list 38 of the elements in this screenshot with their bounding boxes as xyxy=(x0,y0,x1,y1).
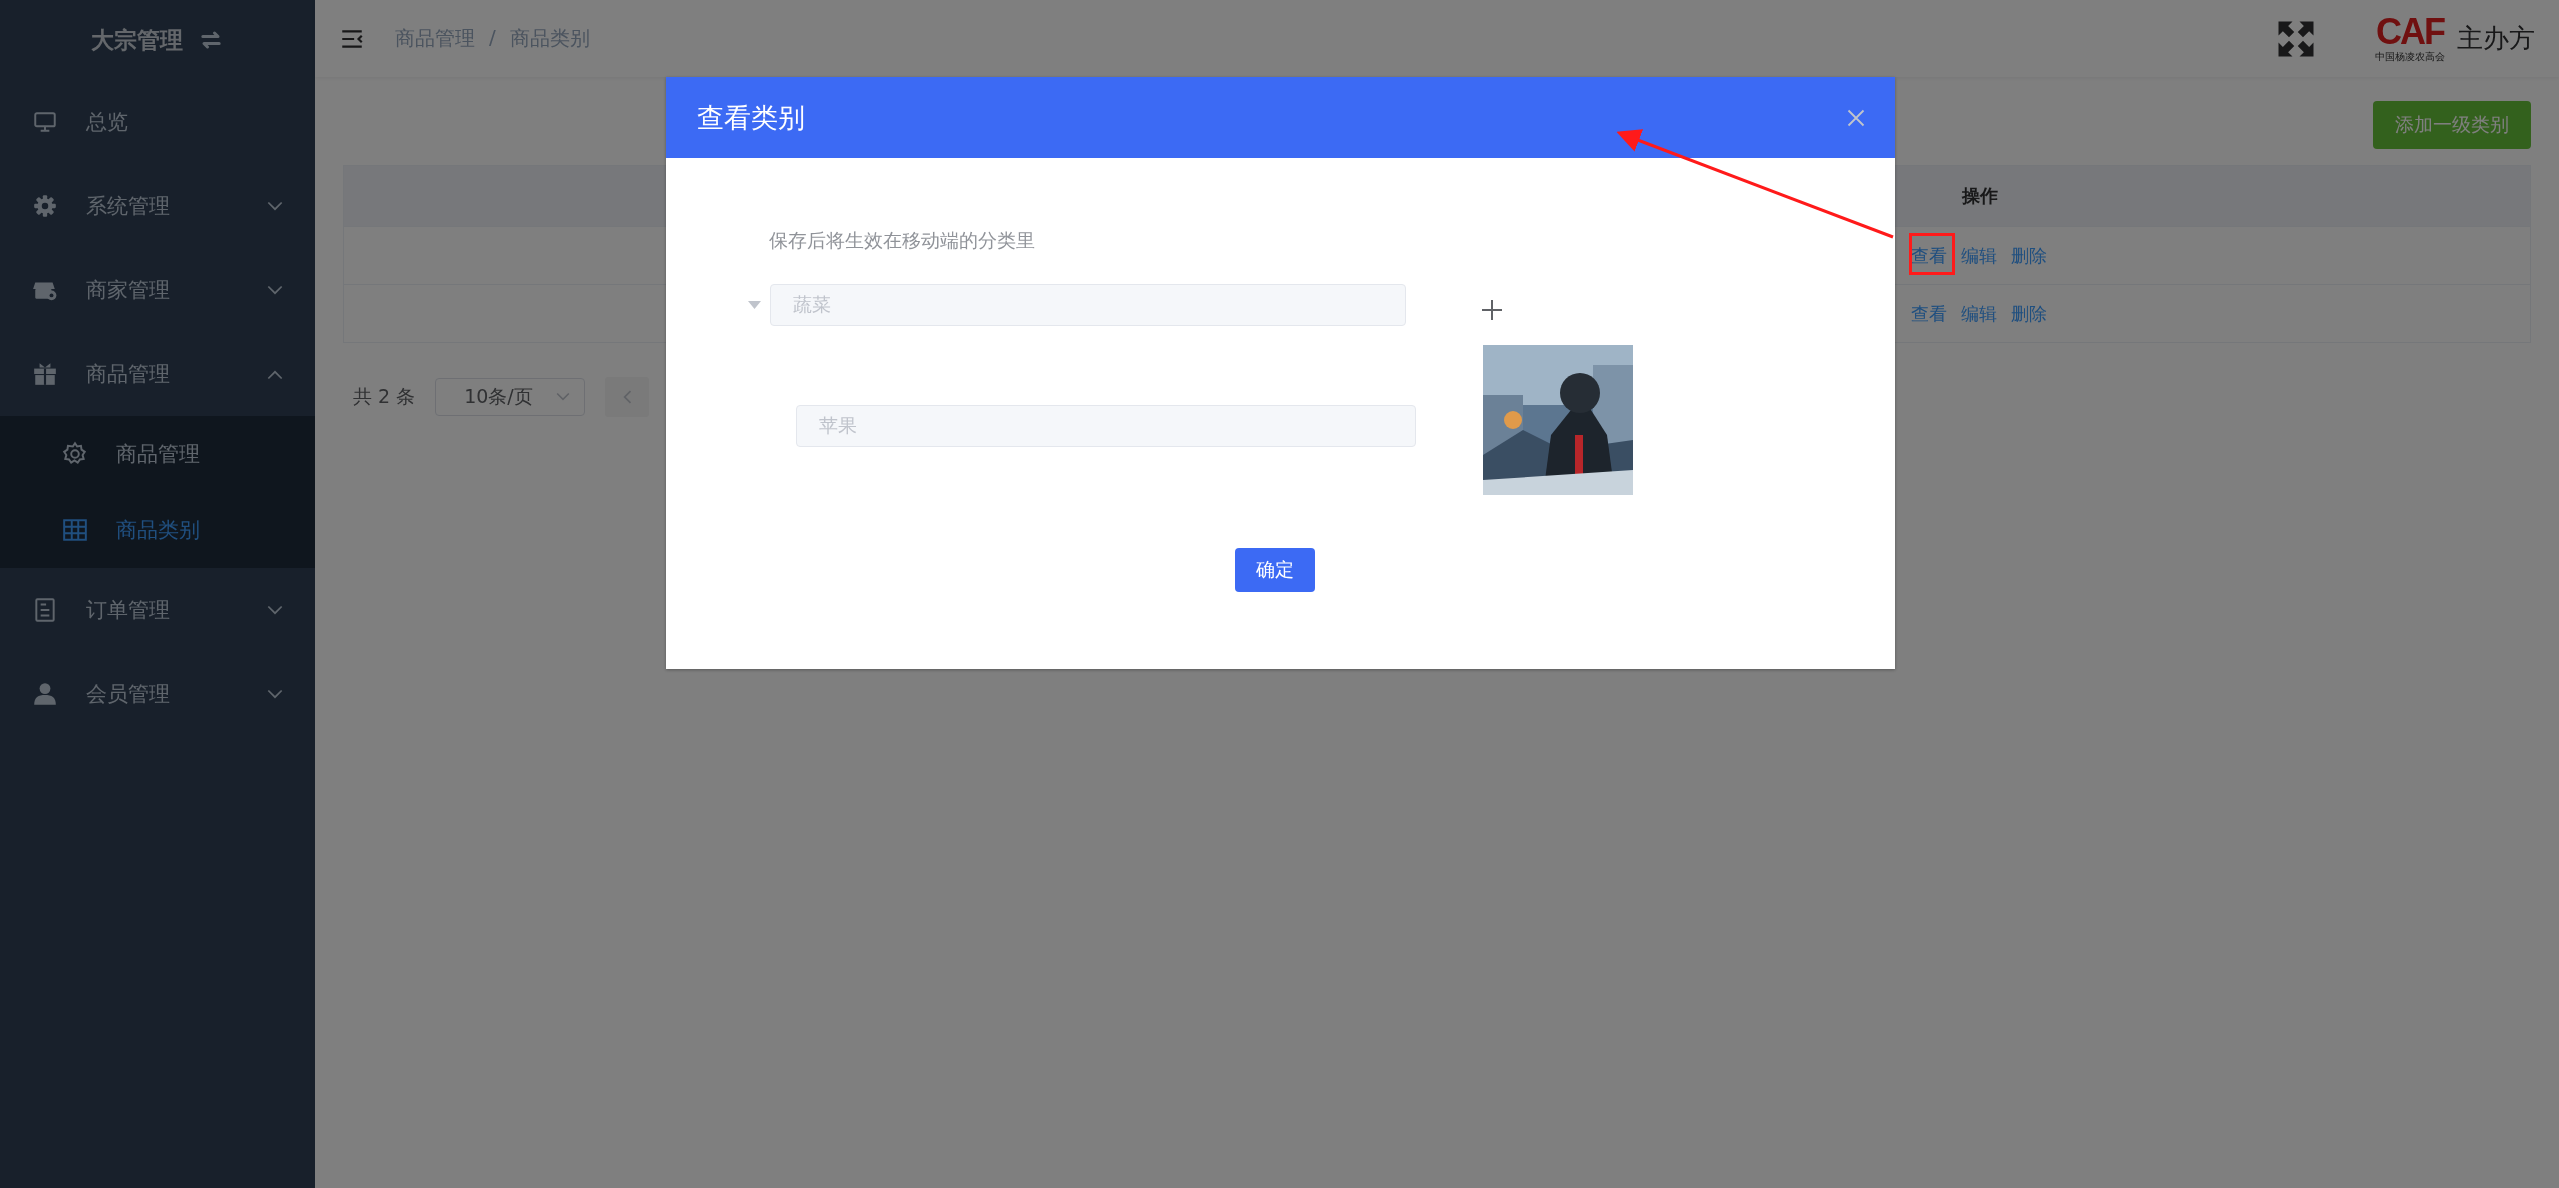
organizer-label: 主办方 xyxy=(2457,22,2535,55)
menu-item[interactable]: 系统管理 xyxy=(0,164,315,248)
menu-item[interactable]: 商家管理 xyxy=(0,248,315,332)
add-category-button[interactable]: 添加一级类别 xyxy=(2373,101,2531,149)
page-size-select[interactable]: 10条/页 xyxy=(435,378,586,416)
chevron-left-icon xyxy=(622,390,633,404)
column-header: 操作 xyxy=(1962,184,1998,208)
grid-icon xyxy=(62,517,88,543)
table-action-link[interactable]: 编辑 xyxy=(1961,301,1997,326)
close-icon[interactable] xyxy=(1847,108,1865,127)
caret-icon[interactable] xyxy=(748,301,761,309)
menu-item[interactable]: 订单管理 xyxy=(0,568,315,652)
gift-icon xyxy=(32,361,58,387)
gear-icon xyxy=(32,193,58,219)
menu-item[interactable]: 商品管理 xyxy=(0,332,315,416)
highlight-box xyxy=(1909,233,1955,275)
user-icon xyxy=(32,681,58,707)
table-action-link[interactable]: 删除 xyxy=(2011,301,2047,326)
gear-icon xyxy=(62,441,88,467)
submenu-item[interactable]: 商品类别 xyxy=(0,492,315,568)
confirm-button[interactable]: 确定 xyxy=(1234,548,1315,592)
logo: CAF 中国杨凌农高会 xyxy=(2375,13,2445,64)
add-icon[interactable] xyxy=(1482,300,1502,320)
menu-item[interactable]: 会员管理 xyxy=(0,652,315,736)
app-title: 大宗管理 xyxy=(90,25,183,55)
submenu-item[interactable]: 商品管理 xyxy=(0,416,315,492)
menu-item[interactable]: 总览 xyxy=(0,80,315,164)
monitor-icon xyxy=(32,109,58,135)
hint-text: 保存后将生效在移动端的分类里 xyxy=(769,228,1036,253)
chevron-icon xyxy=(556,392,571,402)
table-action-link[interactable]: 编辑 xyxy=(1961,243,1997,268)
dialog-title: 查看类别 xyxy=(697,100,805,135)
doc-icon xyxy=(32,597,58,623)
table-action-link[interactable]: 删除 xyxy=(2011,243,2047,268)
breadcrumb-separator: / xyxy=(489,25,496,51)
table-action-link[interactable]: 查看 xyxy=(1911,301,1947,326)
total-count: 共 2 条 xyxy=(353,384,416,409)
table-action-link[interactable]: 查看 xyxy=(1911,243,1947,268)
